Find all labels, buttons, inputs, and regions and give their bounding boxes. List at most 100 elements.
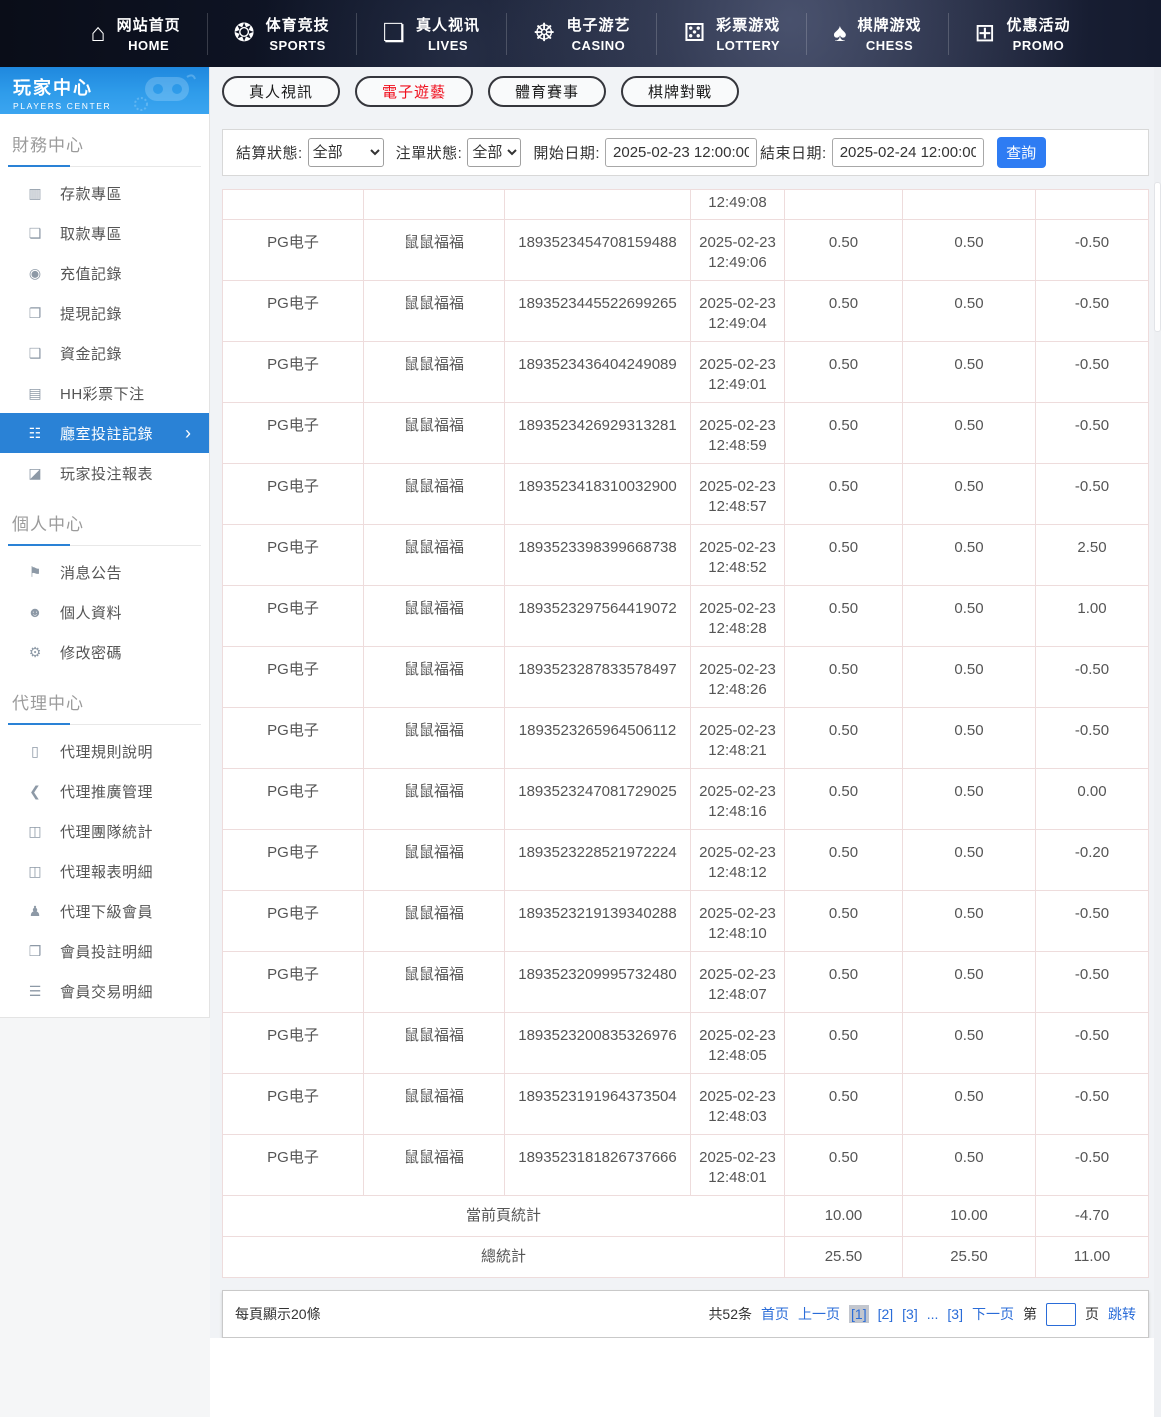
- cell-platform: PG电子: [223, 525, 364, 586]
- prev-page-link[interactable]: 上一页: [798, 1304, 840, 1324]
- sidebar-section-label: 財務中心: [0, 114, 209, 165]
- clipboard-icon: ❒: [25, 943, 45, 960]
- settle-status-select[interactable]: 全部: [308, 138, 384, 167]
- page-2-link[interactable]: [2]: [878, 1306, 894, 1322]
- first-page-link[interactable]: 首页: [761, 1304, 789, 1324]
- sidebar-item-announcements[interactable]: ⚑消息公告: [0, 552, 209, 592]
- bet-date: 2025-02-23: [691, 294, 784, 314]
- end-date-input[interactable]: [832, 138, 984, 167]
- nav-item-casino[interactable]: ☸电子游艺CASINO: [527, 14, 636, 53]
- cell-win-loss: -0.50: [1036, 281, 1149, 342]
- cell-bet-amount: 0.50: [785, 403, 903, 464]
- cell-bet-amount: 0.50: [785, 464, 903, 525]
- sidebar-item-recharge-records[interactable]: ◉充值記錄: [0, 253, 209, 293]
- cell-bet-time: 2025-02-2312:48:10: [691, 891, 785, 952]
- cell-bet-time: 2025-02-2312:49:04: [691, 281, 785, 342]
- tab-electronic-games[interactable]: 電子遊藝: [355, 76, 473, 107]
- table-row: PG电子鼠鼠福福18935231919643735042025-02-2312:…: [223, 1074, 1149, 1135]
- sidebar-item-room-bet-records[interactable]: ☷廳室投註記錄›: [0, 413, 209, 453]
- page-3-link[interactable]: [3]: [902, 1306, 918, 1322]
- cell-bet-amount: 0.50: [785, 891, 903, 952]
- bet-date: 2025-02-23: [691, 599, 784, 619]
- jump-page-input[interactable]: [1046, 1303, 1076, 1326]
- summary-row: 當前頁統計10.0010.00-4.70: [223, 1196, 1149, 1237]
- sidebar-item-withdraw-zone[interactable]: ❏取款專區: [0, 213, 209, 253]
- cell-game-name: 鼠鼠福福: [364, 891, 505, 952]
- search-button[interactable]: 查詢: [997, 137, 1046, 168]
- cell-bet-amount: 0.50: [785, 525, 903, 586]
- cell-order-number: 1893523209995732480: [505, 952, 691, 1013]
- bet-date: 2025-02-23: [691, 1026, 784, 1046]
- cell-valid-bet: 0.50: [903, 1135, 1036, 1196]
- tab-chess-battle[interactable]: 棋牌對戰: [621, 76, 739, 107]
- sidebar-item-hh-lottery-bets[interactable]: ▤HH彩票下注: [0, 373, 209, 413]
- cell-game-name: 鼠鼠福福: [364, 220, 505, 281]
- table-row: PG电子鼠鼠福福18935234183100329002025-02-2312:…: [223, 464, 1149, 525]
- nav-item-home[interactable]: ⌂网站首页HOME: [85, 14, 187, 53]
- nav-item-labels: 真人视讯LIVES: [416, 14, 480, 53]
- nav-item-chess[interactable]: ♠棋牌游戏CHESS: [827, 14, 927, 53]
- table-row-partial: 12:49:08: [223, 190, 1149, 220]
- sidebar-item-agent-rules[interactable]: ▯代理規則說明: [0, 731, 209, 771]
- cell-platform: PG电子: [223, 220, 364, 281]
- cell-platform: PG电子: [223, 281, 364, 342]
- tab-sports-events[interactable]: 體育賽事: [488, 76, 606, 107]
- cell-valid-bet: 0.50: [903, 891, 1036, 952]
- tab-live-video[interactable]: 真人視訊: [222, 76, 340, 107]
- bet-clock: 12:48:03: [691, 1107, 784, 1127]
- nav-item-labels: 优惠活动PROMO: [1006, 14, 1070, 53]
- cell-bet-time: 2025-02-2312:48:01: [691, 1135, 785, 1196]
- start-date-input[interactable]: [605, 138, 757, 167]
- order-status-select[interactable]: 全部: [467, 138, 521, 167]
- next-page-link[interactable]: 下一页: [972, 1304, 1014, 1324]
- page-scrollbar-track[interactable]: [1154, 67, 1161, 1417]
- sidebar-item-label: HH彩票下注: [60, 383, 145, 404]
- bet-records-table: 12:49:08PG电子鼠鼠福福18935234547081594882025-…: [222, 189, 1149, 1278]
- nav-item-label-zh: 体育竞技: [266, 14, 330, 35]
- page-scrollbar-thumb[interactable]: [1154, 182, 1161, 332]
- settle-status-label: 結算狀態:: [236, 142, 303, 163]
- sidebar-item-label: 會員交易明細: [60, 981, 153, 1002]
- sidebar-item-agent-promotion[interactable]: ❮代理推廣管理: [0, 771, 209, 811]
- sidebar-item-member-trans-detail[interactable]: ☰會員交易明細: [0, 971, 209, 1011]
- table-row: PG电子鼠鼠福福18935232470817290252025-02-2312:…: [223, 769, 1149, 830]
- sidebar-item-member-bet-detail[interactable]: ❒會員投註明細: [0, 931, 209, 971]
- sidebar-item-profile[interactable]: ☻個人資料: [0, 592, 209, 632]
- per-page-label: 每頁顯示20條: [235, 1304, 321, 1324]
- sidebar-item-label: 代理報表明細: [60, 861, 153, 882]
- nav-item-sports[interactable]: ❂体育竞技SPORTS: [228, 14, 336, 53]
- sidebar-item-player-bet-report[interactable]: ◪ 玩家投注報表: [0, 453, 209, 493]
- last-page-number-link[interactable]: [3]: [947, 1306, 963, 1322]
- cell-order-number: 1893523398399668738: [505, 525, 691, 586]
- nav-item-promo[interactable]: ⊞优惠活动PROMO: [969, 14, 1077, 53]
- sidebar-item-label: 取款專區: [60, 223, 122, 244]
- sidebar-item-withdraw-records[interactable]: ❐提現記錄: [0, 293, 209, 333]
- sidebar-item-deposit-zone[interactable]: ▥存款專區: [0, 173, 209, 213]
- cell-order-number: 1893523200835326976: [505, 1013, 691, 1074]
- sidebar-item-label: 代理團隊統計: [60, 821, 153, 842]
- nav-item-label-en: CASINO: [566, 38, 630, 53]
- nav-item-lottery[interactable]: ⚄彩票游戏LOTTERY: [677, 14, 786, 53]
- bet-clock: 12:49:01: [691, 375, 784, 395]
- sidebar-item-label: 玩家投注報表: [60, 463, 153, 484]
- sidebar-item-label: 代理下級會員: [60, 901, 153, 922]
- table-row: PG电子鼠鼠福福18935233983996687382025-02-2312:…: [223, 525, 1149, 586]
- sidebar-item-agent-report-detail[interactable]: ◫代理報表明細: [0, 851, 209, 891]
- sidebar-item-agent-team-stats[interactable]: ◫代理團隊統計: [0, 811, 209, 851]
- page-ellipsis[interactable]: ...: [927, 1306, 939, 1322]
- cell-platform: PG电子: [223, 830, 364, 891]
- cell-platform: PG电子: [223, 464, 364, 525]
- home-icon: ⌂: [91, 21, 106, 46]
- page-1-current[interactable]: [1]: [849, 1305, 869, 1323]
- report-icon: ◪: [25, 465, 45, 482]
- cell-win-loss: -0.50: [1036, 1135, 1149, 1196]
- bet-date: 2025-02-23: [691, 1087, 784, 1107]
- sidebar-item-change-password[interactable]: ⚙修改密碼: [0, 632, 209, 672]
- main-layout: 玩家中心 PLAYERS CENTER 財務中心▥存款專區❏取款專區◉充值記錄❐…: [0, 67, 1161, 1417]
- sidebar-item-funds-records[interactable]: ❑資金記錄: [0, 333, 209, 373]
- nav-item-lives[interactable]: ❏真人视讯LIVES: [377, 14, 486, 53]
- sidebar-item-agent-sub-members[interactable]: ♟代理下級會員: [0, 891, 209, 931]
- jump-link[interactable]: 跳转: [1108, 1304, 1136, 1324]
- nav-item-labels: 电子游艺CASINO: [566, 14, 630, 53]
- cell-bet-time: 2025-02-2312:48:26: [691, 647, 785, 708]
